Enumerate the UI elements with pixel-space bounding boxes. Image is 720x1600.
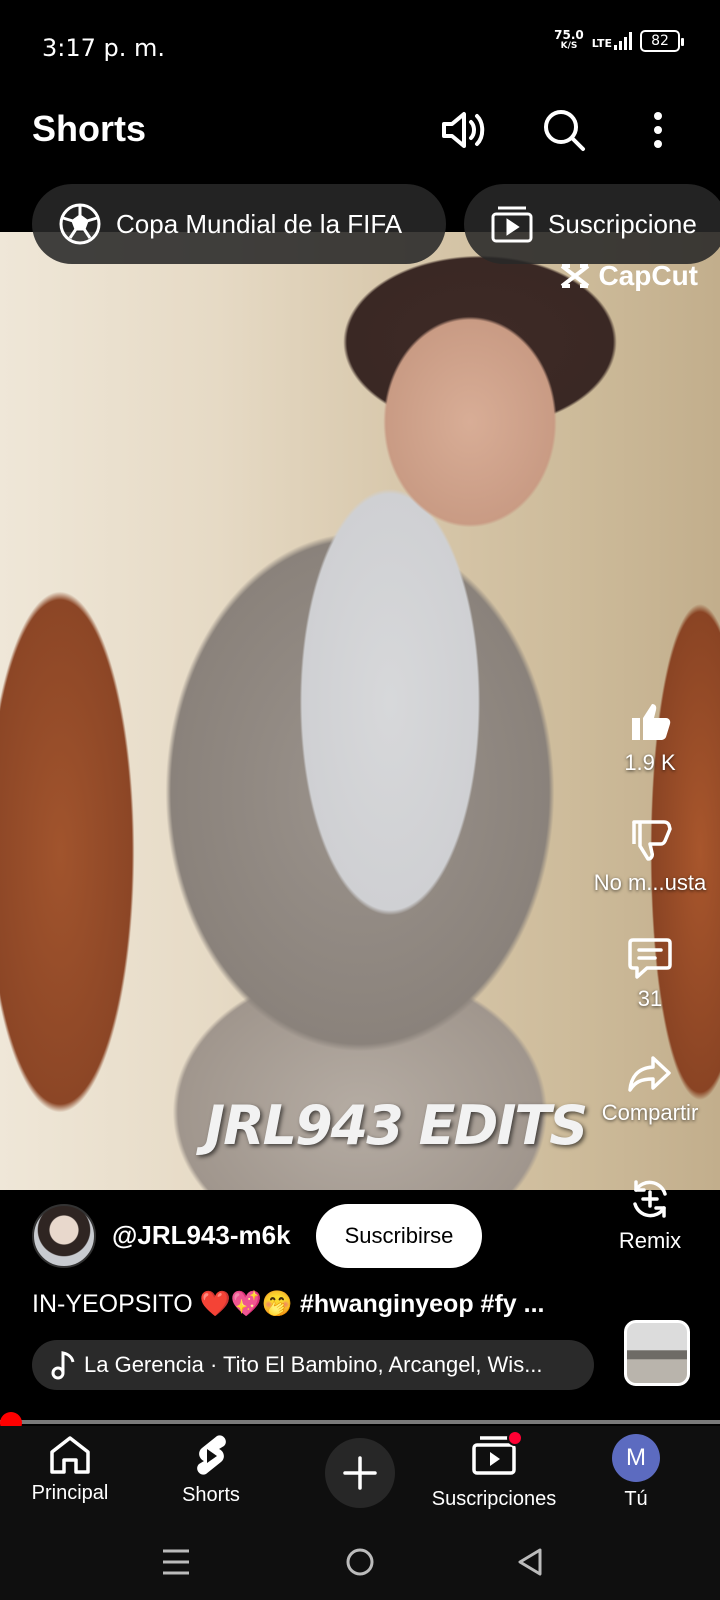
network-type: LTE [591,37,612,50]
remix-icon [633,1180,667,1218]
search-icon[interactable] [536,102,592,158]
nav-you[interactable]: M Tú [566,1434,706,1511]
thumbs-up-icon [632,704,671,740]
caption-hashtags[interactable]: #hwanginyeop #fy ... [300,1290,545,1318]
app-header: Shorts [0,96,720,182]
remix-label: Remix [618,1228,682,1253]
dislike-button[interactable]: No m...usta [580,818,720,896]
like-button[interactable]: 1.9 K [580,700,720,776]
remix-button[interactable]: Remix [580,1176,720,1254]
home-icon [50,1436,90,1474]
subscriptions-icon [491,206,533,243]
volume-icon[interactable] [434,102,490,158]
share-button[interactable]: Compartir [580,1054,720,1126]
nav-shorts-label: Shorts [182,1484,240,1506]
chip-label: Suscripcione [548,208,697,239]
nav-subscriptions[interactable]: Suscripciones [424,1430,564,1511]
back-icon[interactable] [510,1542,550,1582]
nav-shorts[interactable]: Shorts [141,1434,281,1507]
recent-apps-icon[interactable] [156,1542,196,1582]
capcut-watermark: CapCut [558,260,698,292]
playback-progress-bar[interactable] [0,1420,720,1424]
music-pill[interactable]: La Gerencia · Tito El Bambino, Arcangel,… [32,1340,594,1390]
subscribe-button[interactable]: Suscribirse [316,1204,482,1268]
status-bar: 3:17 p. m. 75.0 K/S LTE 82 [0,0,720,96]
signal-bars-icon [614,32,632,50]
comments-count: 31 [637,986,663,1011]
music-thumbnail[interactable] [624,1320,690,1386]
caption-text: IN-YEOPSITO ❤️💖🤭 [32,1290,294,1318]
chip-subscriptions[interactable]: Suscripcione [464,184,720,264]
music-label: La Gerencia · Tito El Bambino, Arcangel,… [84,1352,543,1377]
status-time: 3:17 p. m. [42,34,166,62]
plus-icon [343,1456,377,1490]
soccer-ball-icon [59,203,101,245]
video-caption[interactable]: IN-YEOPSITO ❤️💖🤭 #hwanginyeop #fy ... [32,1290,544,1319]
bottom-navigation: Principal Shorts Suscripciones M Tú [0,1426,720,1526]
nav-home[interactable]: Principal [0,1434,140,1505]
system-navigation-bar [0,1526,720,1600]
music-note-icon [51,1351,75,1380]
nav-home-label: Principal [31,1482,109,1504]
status-indicators: 75.0 K/S LTE 82 [554,28,684,52]
create-button[interactable] [325,1438,395,1508]
more-vert-icon[interactable] [630,102,686,158]
short-info-panel: @JRL943-m6k Suscribirse Remix IN-YEOPSIT… [0,1180,720,1416]
channel-avatar[interactable] [32,1204,96,1268]
home-button-icon[interactable] [340,1542,380,1582]
chip-label: Copa Mundial de la FIFA [116,208,403,239]
chip-fifa-world-cup[interactable]: Copa Mundial de la FIFA [32,184,446,264]
capcut-label: CapCut [598,260,698,291]
dislike-label: No m...usta [593,870,707,895]
network-speed: 75.0 K/S [554,28,584,52]
share-icon [628,1056,671,1092]
page-title: Shorts [32,108,147,149]
shorts-icon [197,1435,226,1475]
comments-button[interactable]: 31 [580,936,720,1012]
capcut-logo-icon [561,264,590,288]
battery-level: 82 [651,33,669,49]
battery-icon: 82 [640,30,684,52]
network-speed-unit: K/S [560,41,578,51]
comment-icon [628,938,672,979]
channel-handle[interactable]: @JRL943-m6k [112,1220,291,1251]
video-watermark-text: JRL943 EDITS [205,1094,588,1157]
share-label: Compartir [601,1100,699,1125]
thumbs-down-icon [632,820,672,861]
network-speed-value: 75.0 [554,28,584,42]
user-avatar: M [612,1434,660,1482]
like-count: 1.9 K [624,750,676,775]
nav-subscriptions-label: Suscripciones [431,1488,557,1510]
signal-indicator: LTE [592,32,632,50]
nav-you-label: Tú [624,1488,648,1510]
filter-chips: Copa Mundial de la FIFA Suscripcione [32,184,720,264]
notification-dot [507,1430,523,1446]
